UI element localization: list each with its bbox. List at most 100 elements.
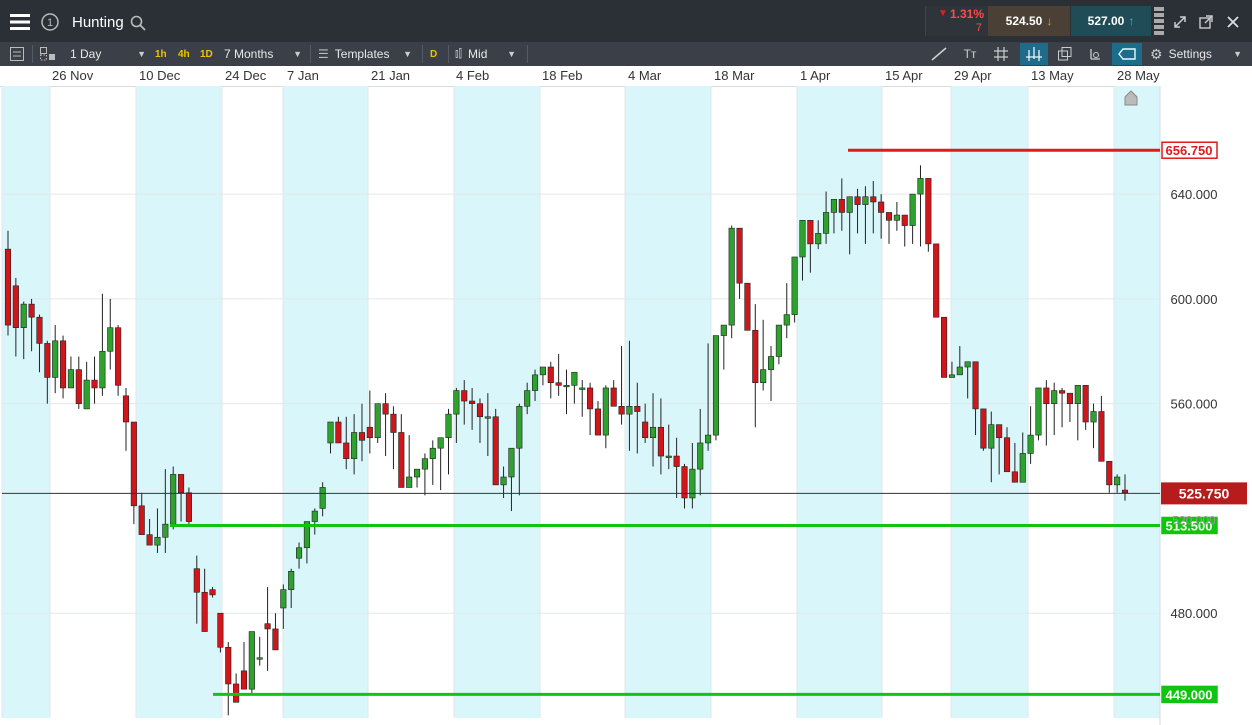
candle[interactable] bbox=[1074, 385, 1081, 441]
candle[interactable] bbox=[75, 356, 82, 409]
candle[interactable] bbox=[1027, 406, 1034, 464]
candle[interactable] bbox=[736, 227, 743, 299]
candle[interactable] bbox=[602, 385, 609, 449]
candle[interactable] bbox=[421, 453, 428, 496]
candle[interactable] bbox=[571, 371, 578, 404]
candle[interactable] bbox=[728, 225, 735, 339]
candle[interactable] bbox=[744, 282, 751, 331]
candle[interactable] bbox=[437, 437, 444, 491]
templates-button[interactable]: ☰ Templates ▼ bbox=[318, 42, 416, 66]
settings-button[interactable]: ⚙ Settings ▼ bbox=[1150, 42, 1246, 66]
candle[interactable] bbox=[610, 380, 617, 407]
candle[interactable] bbox=[272, 613, 279, 651]
grid-icon[interactable] bbox=[990, 45, 1012, 63]
text-tool-icon[interactable]: Tт bbox=[958, 45, 982, 63]
price-chart[interactable]: 656.750513.500449.000520.000525.750 640.… bbox=[0, 86, 1252, 725]
candle[interactable] bbox=[712, 335, 720, 441]
candle[interactable] bbox=[233, 673, 240, 703]
range-select[interactable]: 7 Months ▼ bbox=[224, 42, 304, 66]
candle[interactable] bbox=[1051, 382, 1058, 436]
layout-icon[interactable] bbox=[38, 45, 58, 63]
instrument-title[interactable]: Hunting bbox=[72, 14, 124, 31]
candle[interactable] bbox=[374, 403, 381, 443]
candle[interactable] bbox=[760, 319, 767, 391]
candle[interactable] bbox=[893, 201, 900, 231]
candle[interactable] bbox=[256, 636, 263, 666]
candle[interactable] bbox=[429, 440, 436, 485]
candle[interactable] bbox=[885, 212, 893, 244]
candle[interactable] bbox=[91, 356, 98, 404]
candle[interactable] bbox=[492, 408, 499, 486]
candle[interactable] bbox=[1082, 385, 1089, 430]
candle[interactable] bbox=[767, 346, 775, 402]
search-icon[interactable] bbox=[128, 13, 148, 33]
candle[interactable] bbox=[555, 353, 562, 396]
d-badge[interactable]: D bbox=[430, 42, 437, 66]
candle[interactable] bbox=[917, 165, 924, 247]
candle[interactable] bbox=[83, 361, 90, 410]
candle[interactable] bbox=[67, 356, 74, 389]
candle[interactable] bbox=[99, 293, 106, 396]
depth-icon[interactable] bbox=[1153, 6, 1165, 36]
candle[interactable] bbox=[783, 283, 790, 339]
candle[interactable] bbox=[775, 324, 782, 365]
alert-tag-icon[interactable] bbox=[1112, 43, 1142, 65]
popout-icon[interactable] bbox=[1196, 12, 1216, 32]
candle[interactable] bbox=[1090, 403, 1097, 449]
close-icon[interactable] bbox=[1223, 12, 1243, 32]
quick-interval-1h[interactable]: 1h bbox=[155, 42, 167, 66]
candle[interactable] bbox=[390, 406, 397, 470]
candle[interactable] bbox=[579, 380, 586, 417]
candle[interactable] bbox=[115, 325, 122, 396]
candle[interactable] bbox=[225, 642, 232, 716]
candle[interactable] bbox=[539, 366, 546, 386]
candle[interactable] bbox=[1035, 387, 1042, 441]
candle[interactable] bbox=[413, 468, 421, 488]
interval-select[interactable]: 1 Day ▼ bbox=[70, 42, 150, 66]
candle[interactable] bbox=[60, 335, 67, 399]
link-group-icon[interactable]: 1 bbox=[39, 11, 61, 33]
quick-interval-1d[interactable]: 1D bbox=[200, 42, 213, 66]
candle[interactable] bbox=[980, 408, 987, 451]
sell-price-button[interactable]: 524.50 ↓ bbox=[988, 6, 1070, 36]
duplicate-icon[interactable] bbox=[1054, 45, 1076, 63]
candle[interactable] bbox=[1066, 392, 1073, 422]
candle[interactable] bbox=[248, 631, 255, 695]
candle[interactable] bbox=[406, 435, 413, 488]
candle[interactable] bbox=[264, 587, 271, 671]
candle[interactable] bbox=[1098, 395, 1105, 462]
candle[interactable] bbox=[618, 346, 625, 425]
expand-icon[interactable] bbox=[1170, 12, 1190, 32]
candle[interactable] bbox=[217, 612, 224, 653]
candle[interactable] bbox=[941, 316, 948, 378]
candle[interactable] bbox=[791, 256, 798, 323]
candle[interactable] bbox=[382, 393, 389, 457]
candle[interactable] bbox=[1059, 387, 1066, 428]
candle[interactable] bbox=[587, 382, 594, 436]
candle[interactable] bbox=[720, 324, 727, 370]
candle[interactable] bbox=[547, 361, 554, 399]
candle[interactable] bbox=[107, 298, 114, 370]
candle[interactable] bbox=[122, 387, 130, 451]
candle[interactable] bbox=[398, 414, 405, 488]
candle[interactable] bbox=[901, 214, 908, 247]
price-mode-select[interactable]: ⫾⫿ Mid ▼ bbox=[455, 42, 520, 66]
buy-price-button[interactable]: 527.00 ↑ bbox=[1071, 6, 1151, 36]
candle[interactable] bbox=[594, 401, 602, 436]
quick-interval-4h[interactable]: 4h bbox=[178, 42, 190, 66]
draw-line-icon[interactable] bbox=[928, 45, 950, 63]
candle[interactable] bbox=[445, 408, 452, 475]
candle[interactable] bbox=[933, 243, 940, 318]
candle[interactable] bbox=[52, 325, 59, 394]
crosshair-icon[interactable] bbox=[1020, 43, 1048, 65]
indicator-icon[interactable] bbox=[1084, 45, 1106, 63]
candle[interactable] bbox=[925, 178, 932, 252]
candle[interactable] bbox=[1043, 380, 1050, 446]
menu-icon[interactable] bbox=[6, 9, 34, 35]
candle[interactable] bbox=[909, 193, 916, 244]
candle[interactable] bbox=[1106, 460, 1113, 493]
list-view-icon[interactable] bbox=[8, 45, 26, 63]
candle[interactable] bbox=[240, 642, 248, 690]
candle[interactable] bbox=[170, 466, 177, 530]
candle[interactable] bbox=[563, 369, 570, 415]
